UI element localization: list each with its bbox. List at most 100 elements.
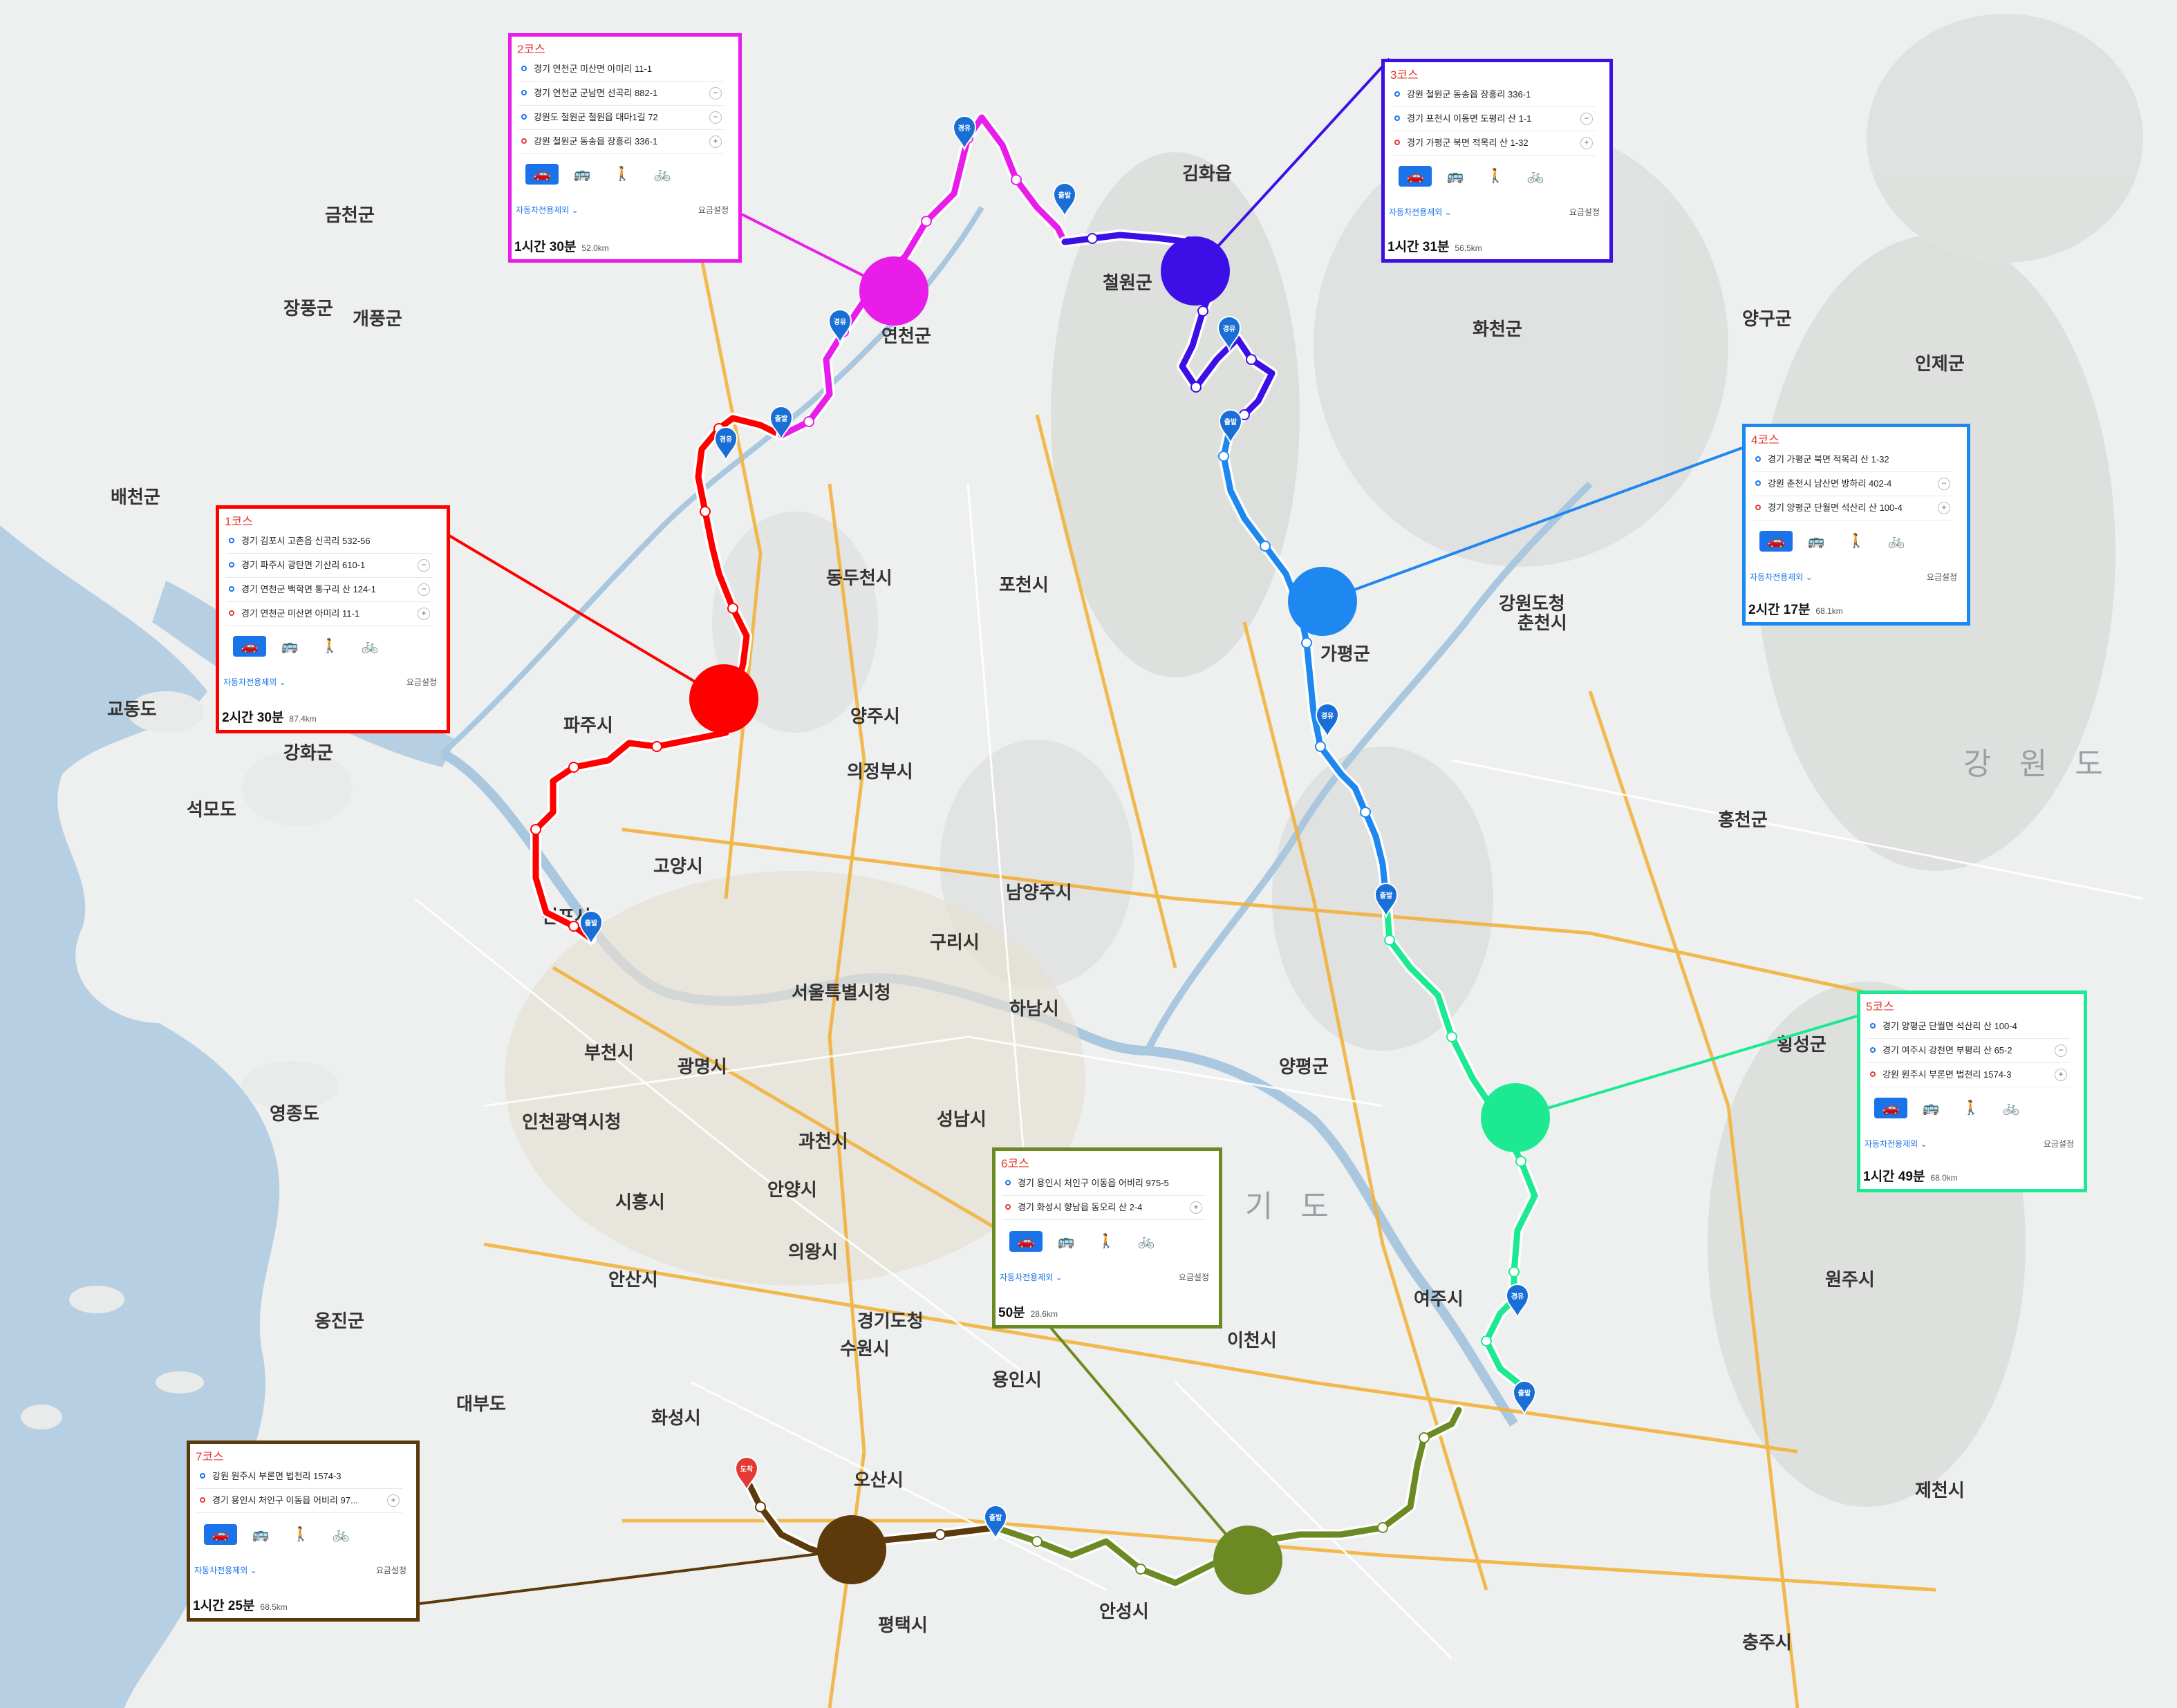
stop-row[interactable]: 강원 원주시 부론면 법천리 1574-3 +	[1867, 1063, 2070, 1087]
remove-stop-icon[interactable]: −	[2055, 1044, 2067, 1057]
remove-stop-icon[interactable]: −	[709, 87, 722, 100]
route-options-dropdown[interactable]: 자동차전용제외 ⌄	[1750, 571, 1813, 583]
destination-dot-icon	[1005, 1204, 1011, 1210]
place-label-yeongjong: 영종도	[270, 1103, 319, 1124]
stop-row[interactable]: 강원 원주시 부론면 법천리 1574-3	[197, 1465, 402, 1489]
bus-icon[interactable]: 🚌	[244, 1524, 277, 1545]
stop-row[interactable]: 강원 철원군 동송읍 장흥리 336-1 +	[518, 130, 725, 154]
route-options-dropdown[interactable]: 자동차전용제외 ⌄	[194, 1564, 257, 1576]
course-marker-c5[interactable]	[1481, 1083, 1550, 1152]
course-marker-c1[interactable]	[689, 664, 758, 733]
remove-stop-icon[interactable]: −	[1580, 113, 1593, 125]
car-icon[interactable]: 🚗	[1009, 1231, 1043, 1252]
bus-icon[interactable]: 🚌	[1049, 1231, 1083, 1252]
walk-icon[interactable]: 🚶	[1840, 531, 1873, 552]
course-marker-c4[interactable]	[1288, 567, 1357, 636]
fare-settings-link[interactable]: 요금설정	[2044, 1138, 2074, 1149]
remove-stop-icon[interactable]: −	[709, 111, 722, 124]
stop-row[interactable]: 강원 춘천시 남산면 방하리 402-4 −	[1753, 472, 1953, 496]
place-label-jecheon: 제천시	[1915, 1480, 1965, 1501]
fare-settings-link[interactable]: 요금설정	[376, 1564, 407, 1576]
stop-row[interactable]: 경기 연천군 백학면 통구리 산 124-1 −	[226, 578, 433, 602]
fare-settings-link[interactable]: 요금설정	[407, 676, 437, 688]
walk-icon[interactable]: 🚶	[1479, 166, 1512, 187]
bus-icon[interactable]: 🚌	[566, 164, 599, 185]
add-stop-icon[interactable]: +	[387, 1494, 400, 1507]
stop-row[interactable]: 경기 화성시 향남읍 동오리 산 2-4 +	[1002, 1196, 1205, 1220]
route-options-dropdown[interactable]: 자동차전용제외 ⌄	[1865, 1138, 1927, 1149]
bike-icon[interactable]: 🚲	[353, 636, 386, 657]
bike-icon[interactable]: 🚲	[324, 1524, 357, 1545]
car-icon[interactable]: 🚗	[204, 1524, 237, 1545]
stop-row[interactable]: 강원 철원군 동송읍 장흥리 336-1	[1392, 83, 1596, 107]
walk-icon[interactable]: 🚶	[1090, 1231, 1123, 1252]
course-marker-c3[interactable]	[1161, 236, 1230, 306]
route-time: 2시간 30분	[222, 711, 284, 725]
stop-row[interactable]: 경기 용인시 처인구 이동읍 어비리 97... +	[197, 1489, 402, 1513]
route-panel-c2: 2코스 경기 연천군 미산면 아미리 11-1 경기 연천군 군남면 선곡리 882…	[508, 33, 742, 263]
bus-icon[interactable]: 🚌	[1914, 1098, 1947, 1118]
remove-stop-icon[interactable]: −	[418, 583, 430, 596]
stop-row[interactable]: 경기 용인시 처인구 이동읍 어비리 975-5	[1002, 1172, 1205, 1196]
svg-text:출발: 출발	[1518, 1389, 1531, 1398]
bike-icon[interactable]: 🚲	[1880, 531, 1913, 552]
route-waypoint	[1218, 451, 1229, 462]
bus-icon[interactable]: 🚌	[273, 636, 306, 657]
car-icon[interactable]: 🚗	[1399, 166, 1432, 187]
route-options-dropdown[interactable]: 자동차전용제외 ⌄	[1389, 206, 1452, 218]
route-summary: 2시간 30분 87.4km	[222, 707, 317, 726]
stop-row[interactable]: 경기 파주시 광탄면 기산리 610-1 −	[226, 554, 433, 578]
route-options-dropdown[interactable]: 자동차전용제외 ⌄	[223, 676, 286, 688]
car-icon[interactable]: 🚗	[1874, 1098, 1907, 1118]
stop-row[interactable]: 경기 가평군 북면 적목리 산 1-32 +	[1392, 131, 1596, 156]
stop-row[interactable]: 경기 연천군 미산면 아미리 11-1	[518, 57, 725, 82]
route-options-dropdown[interactable]: 자동차전용제외 ⌄	[1000, 1271, 1063, 1283]
stop-row[interactable]: 경기 가평군 북면 적목리 산 1-32	[1753, 448, 1953, 472]
route-options-dropdown[interactable]: 자동차전용제외 ⌄	[516, 204, 579, 216]
stop-address: 경기 양평군 단월면 석산리 산 100-4	[1882, 1021, 2017, 1031]
stop-row[interactable]: 경기 연천군 미산면 아미리 11-1 +	[226, 602, 433, 626]
fare-settings-link[interactable]: 요금설정	[1569, 206, 1600, 218]
car-icon[interactable]: 🚗	[233, 636, 266, 657]
bus-icon[interactable]: 🚌	[1439, 166, 1472, 187]
bike-icon[interactable]: 🚲	[1130, 1231, 1163, 1252]
add-stop-icon[interactable]: +	[2055, 1069, 2067, 1081]
car-icon[interactable]: 🚗	[525, 164, 559, 185]
stop-row[interactable]: 경기 양평군 단월면 석산리 산 100-4 +	[1753, 496, 1953, 520]
stop-row[interactable]: 경기 양평군 단월면 석산리 산 100-4	[1867, 1015, 2070, 1039]
bus-icon[interactable]: 🚌	[1800, 531, 1833, 552]
add-stop-icon[interactable]: +	[418, 608, 430, 620]
stop-row[interactable]: 경기 연천군 군남면 선곡리 882-1 −	[518, 82, 725, 106]
course-marker-c6[interactable]	[1213, 1526, 1282, 1595]
stop-row[interactable]: 경기 포천시 이동면 도평리 산 1-1 −	[1392, 107, 1596, 131]
route-panel-c1: 1코스 경기 김포시 고촌읍 신곡리 532-56 경기 파주시 광탄면 기산리 6…	[216, 505, 450, 733]
walk-icon[interactable]: 🚶	[606, 164, 639, 185]
add-stop-icon[interactable]: +	[1580, 137, 1593, 149]
fare-settings-link[interactable]: 요금설정	[1179, 1271, 1209, 1283]
car-icon[interactable]: 🚗	[1759, 531, 1793, 552]
remove-stop-icon[interactable]: −	[1938, 478, 1950, 490]
walk-icon[interactable]: 🚶	[1954, 1098, 1988, 1118]
add-stop-icon[interactable]: +	[709, 135, 722, 148]
course-marker-c2[interactable]	[859, 256, 928, 326]
walk-icon[interactable]: 🚶	[284, 1524, 317, 1545]
stop-row[interactable]: 강원도 철원군 철원읍 대마1길 72 −	[518, 106, 725, 130]
bike-icon[interactable]: 🚲	[646, 164, 679, 185]
course-marker-c7[interactable]	[817, 1515, 886, 1584]
add-stop-icon[interactable]: +	[1938, 502, 1950, 514]
waypoint-dot-icon	[200, 1473, 205, 1479]
bike-icon[interactable]: 🚲	[1994, 1098, 2028, 1118]
region-label-gangwon: 강 원 도	[1963, 747, 2113, 781]
fare-settings-link[interactable]: 요금설정	[1927, 571, 1957, 583]
walk-icon[interactable]: 🚶	[313, 636, 346, 657]
add-stop-icon[interactable]: +	[1190, 1201, 1202, 1214]
island-small-2	[21, 1405, 62, 1429]
stop-row[interactable]: 경기 여주시 강천면 부평리 산 65-2 −	[1867, 1039, 2070, 1063]
place-label-suwon: 수원시	[840, 1338, 890, 1359]
stop-address: 경기 여주시 강천면 부평리 산 65-2	[1882, 1045, 2012, 1055]
stop-row[interactable]: 경기 김포시 고촌읍 신곡리 532-56	[226, 529, 433, 554]
route-waypoint	[755, 1501, 766, 1512]
fare-settings-link[interactable]: 요금설정	[698, 204, 729, 216]
bike-icon[interactable]: 🚲	[1519, 166, 1552, 187]
remove-stop-icon[interactable]: −	[418, 559, 430, 572]
